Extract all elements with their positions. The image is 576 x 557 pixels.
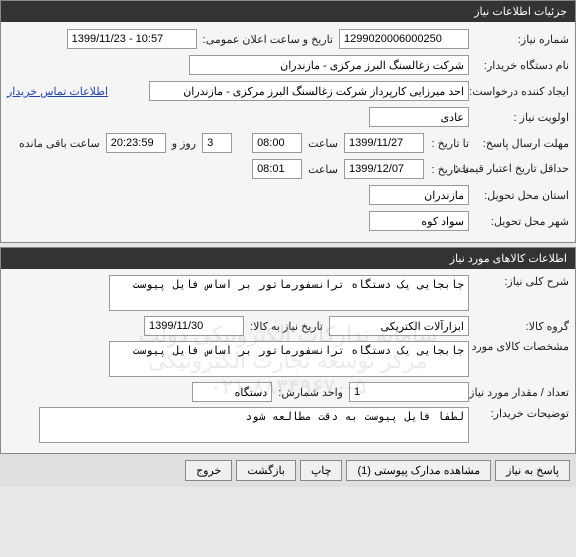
days-remaining-field[interactable] [202,133,232,153]
attachments-button[interactable]: مشاهده مدارک پیوستی (1) [346,460,491,481]
goods-info-panel: اطلاعات کالاهای مورد نیاز سامانه تدارکات… [0,247,576,454]
province-field[interactable] [369,185,469,205]
remaining-label: ساعت باقی مانده [13,137,106,150]
goods-date-label: تاریخ نیاز به کالا: [244,320,329,333]
response-date-field[interactable] [344,133,424,153]
back-button[interactable]: بازگشت [236,460,296,481]
goods-spec-field[interactable] [109,341,469,377]
general-desc-field[interactable] [109,275,469,311]
general-desc-label: شرح کلی نیاز: [469,275,569,288]
contact-link[interactable]: اطلاعات تماس خریدار [7,85,108,98]
buyer-org-label: نام دستگاه خریدار: [469,59,569,72]
unit-label: واحد شمارش: [272,386,349,399]
goods-group-field[interactable] [329,316,469,336]
goods-date-field[interactable] [144,316,244,336]
priority-field[interactable] [369,107,469,127]
time-label-1: ساعت [302,137,344,150]
requester-label: ایجاد کننده درخواست: [469,85,569,98]
need-info-panel: جزئیات اطلاعات نیاز شماره نیاز: تاریخ و … [0,0,576,243]
need-number-field[interactable] [339,29,469,49]
print-button[interactable]: چاپ [300,460,343,481]
city-label: شهر محل تحویل: [469,215,569,228]
buyer-notes-label: توضیحات خریدار: [469,407,569,420]
buyer-notes-field[interactable] [39,407,469,443]
to-date-label-2: تا تاریخ : [424,163,469,176]
quantity-label: تعداد / مقدار مورد نیاز: [469,386,569,399]
countdown-field[interactable] [106,133,166,153]
exit-button[interactable]: خروج [185,460,232,481]
button-bar: پاسخ به نیاز مشاهده مدارک پیوستی (1) چاپ… [0,454,576,487]
min-validity-label: حداقل تاریخ اعتبار قیمت: [469,163,569,175]
quantity-field[interactable] [349,382,469,402]
goods-spec-label: مشخصات کالای مورد نیاز: [469,341,569,353]
day-and-label: روز و [166,137,202,150]
response-deadline-label: مهلت ارسال پاسخ: [469,137,569,150]
public-date-field[interactable] [67,29,197,49]
panel2-title: اطلاعات کالاهای مورد نیاز [1,248,575,269]
goods-group-label: گروه کالا: [469,320,569,333]
buyer-org-field[interactable] [189,55,469,75]
validity-date-field[interactable] [344,159,424,179]
province-label: استان محل تحویل: [469,189,569,202]
validity-time-field[interactable] [252,159,302,179]
public-date-label: تاریخ و ساعت اعلان عمومی: [197,33,339,46]
need-number-label: شماره نیاز: [469,33,569,46]
respond-button[interactable]: پاسخ به نیاز [495,460,570,481]
time-label-2: ساعت [302,163,344,176]
city-field[interactable] [369,211,469,231]
panel1-title: جزئیات اطلاعات نیاز [1,1,575,22]
unit-field[interactable] [192,382,272,402]
requester-field[interactable] [149,81,469,101]
priority-label: اولویت نیاز : [469,111,569,124]
to-date-label: تا تاریخ : [424,137,469,150]
response-time-field[interactable] [252,133,302,153]
